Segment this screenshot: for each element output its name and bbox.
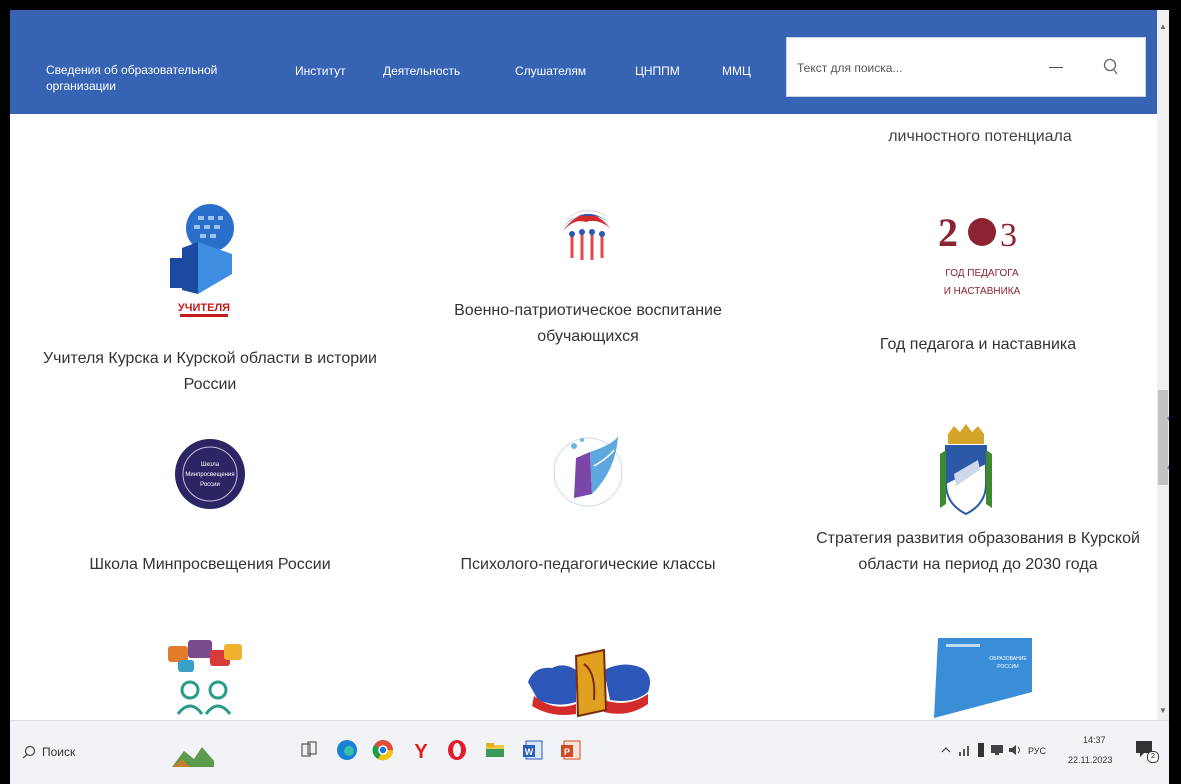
taskbar-search[interactable]: Поиск xyxy=(14,735,214,769)
powerpoint-icon[interactable]: P xyxy=(558,737,584,763)
svg-text:P: P xyxy=(564,747,570,757)
year-of-teacher-logo-icon[interactable]: 2 3 ГОД ПЕДАГОГА И НАСТАВНИКА xyxy=(934,202,1030,309)
search-box: — xyxy=(786,37,1146,97)
nav-students[interactable]: Слушателям xyxy=(515,63,586,79)
nav-institute[interactable]: Институт xyxy=(295,63,346,79)
svg-text:W: W xyxy=(525,747,534,757)
battery-icon[interactable] xyxy=(976,741,986,759)
chevron-right-icon[interactable] xyxy=(1166,415,1169,476)
chevron-up-icon[interactable] xyxy=(940,743,952,757)
speaker-icon[interactable] xyxy=(1008,743,1022,757)
clock-date[interactable]: 22.11.2023 xyxy=(1068,755,1112,765)
partial-card-caption: личностного потенциала xyxy=(888,128,1072,145)
clock-time[interactable]: 14:37 xyxy=(1083,735,1106,745)
svg-text:России: России xyxy=(200,482,220,488)
language-indicator[interactable]: РУС xyxy=(1028,746,1046,756)
svg-text:Y: Y xyxy=(414,741,428,763)
scroll-up-arrow-icon[interactable]: ▲ xyxy=(1159,22,1167,31)
edge-browser-icon[interactable] xyxy=(334,737,360,763)
patriotic-education-logo-icon[interactable] xyxy=(558,202,614,273)
card-caption-year-of-teacher[interactable]: Год педагога и наставника xyxy=(818,332,1138,358)
page-scrollbar[interactable]: ▲ ▼ xyxy=(1157,10,1169,720)
word-icon[interactable]: W xyxy=(520,737,546,763)
search-icon[interactable] xyxy=(1103,58,1119,81)
task-view-icon[interactable] xyxy=(296,737,322,763)
blue-flag-logo-icon[interactable]: ОБРАЗОВАНИЕ РОССИИ xyxy=(930,634,1040,725)
svg-text:2: 2 xyxy=(938,210,958,255)
chrome-browser-icon[interactable] xyxy=(370,737,396,763)
search-icon xyxy=(22,745,36,764)
dialog-people-logo-icon[interactable] xyxy=(160,638,248,725)
psych-classes-logo-icon[interactable] xyxy=(552,426,624,523)
notification-count: 2 xyxy=(1147,751,1159,763)
card-caption-school-minpros[interactable]: Школа Минпросвещения России xyxy=(50,552,370,578)
teachers-logo-icon[interactable]: УЧИТЕЛЯ xyxy=(162,198,242,325)
browser-viewport: Сведения об образовательной организации … xyxy=(10,10,1169,784)
nav-mmc[interactable]: ММЦ xyxy=(722,63,751,79)
network-icon[interactable] xyxy=(958,743,972,757)
windows-taskbar: Поиск Y W P РУС 14:37 22.11.2023 2 xyxy=(10,720,1169,784)
svg-text:РОССИИ: РОССИИ xyxy=(997,664,1019,670)
scroll-down-arrow-icon[interactable]: ▼ xyxy=(1159,706,1167,715)
teachers-logo-text: УЧИТЕЛЯ xyxy=(178,302,230,314)
card-caption-psych-classes[interactable]: Психолого-педагогические классы xyxy=(418,552,758,578)
card-caption-teachers[interactable]: Учителя Курска и Курской области в истор… xyxy=(40,346,380,398)
display-icon[interactable] xyxy=(990,743,1004,757)
svg-text:ОБРАЗОВАНИЕ: ОБРАЗОВАНИЕ xyxy=(989,656,1027,662)
landscape-thumbnail-icon xyxy=(172,737,214,772)
file-explorer-icon[interactable] xyxy=(482,737,508,763)
svg-text:Школа: Школа xyxy=(201,462,220,468)
notifications-icon[interactable]: 2 xyxy=(1134,739,1160,765)
search-separator: — xyxy=(1049,58,1063,74)
russia-map-book-logo-icon[interactable] xyxy=(524,642,656,725)
card-caption-patriotic[interactable]: Военно-патриотическое воспитание обучающ… xyxy=(418,298,758,350)
svg-text:3: 3 xyxy=(1000,217,1017,254)
nav-about-organization[interactable]: Сведения об образовательной организации xyxy=(46,62,246,94)
nav-cnppm[interactable]: ЦНППМ xyxy=(635,63,680,79)
search-input[interactable] xyxy=(795,56,1029,80)
svg-text:Минпросвещения: Минпросвещения xyxy=(185,472,234,478)
year-logo-line2: И НАСТАВНИКА xyxy=(944,286,1021,297)
school-minpros-logo-icon[interactable]: Школа Минпросвещения России xyxy=(174,428,246,529)
yandex-browser-icon[interactable]: Y xyxy=(408,737,434,763)
site-header: Сведения об образовательной организации … xyxy=(10,10,1167,114)
taskbar-search-label: Поиск xyxy=(42,745,76,759)
nav-activity[interactable]: Деятельность xyxy=(383,63,460,79)
card-caption-strategy[interactable]: Стратегия развития образования в Курской… xyxy=(808,526,1148,578)
year-logo-line1: ГОД ПЕДАГОГА xyxy=(945,268,1019,279)
opera-browser-icon[interactable] xyxy=(444,737,470,763)
kursk-coat-of-arms-icon[interactable] xyxy=(940,424,992,525)
